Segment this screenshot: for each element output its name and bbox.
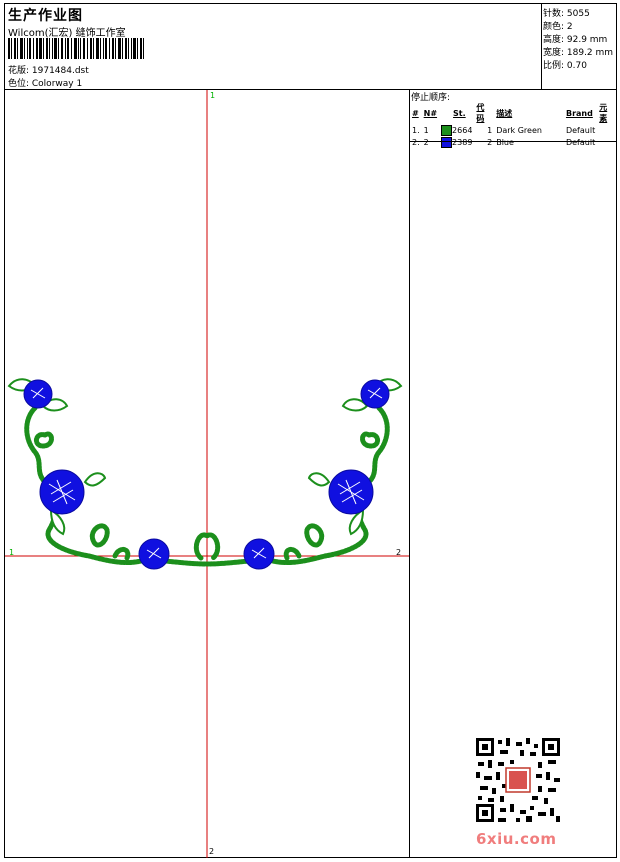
col-code: 代码 xyxy=(476,103,485,123)
row-desc: Dark Green xyxy=(496,125,542,135)
page-title: 生产作业图 xyxy=(8,8,83,24)
table-header-row: # N# St. 代码 描述 Brand 元素 xyxy=(410,102,617,124)
design-file: 花版: 1971484.dst xyxy=(8,66,89,76)
color-swatch xyxy=(441,124,453,136)
col-desc: 描述 xyxy=(496,108,513,118)
qr-code xyxy=(476,738,560,822)
row-index: 1. xyxy=(412,125,420,135)
color-swatch xyxy=(441,136,453,148)
barcode xyxy=(8,38,144,59)
marker-left: 1 xyxy=(9,548,15,557)
col-index: # xyxy=(412,108,419,118)
design-height: 高度: 92.9 mm xyxy=(543,35,608,45)
table-row: 2. 2 2389 2 Blue Default xyxy=(410,136,617,148)
marker-bottom: 2 xyxy=(209,847,215,856)
header: 生产作业图 Wilcom(汇宏) 缝饰工作室 花版: 1971484.dst 色… xyxy=(5,4,541,89)
col-n: N# xyxy=(423,108,438,118)
stats-panel: 针数: 5055 颜色: 2 高度: 92.9 mm 宽度: 189.2 mm … xyxy=(541,4,617,89)
row-desc: Blue xyxy=(496,137,514,147)
row-stitches: 2664 xyxy=(439,124,474,136)
col-stitches: St. xyxy=(453,108,466,118)
row-element xyxy=(597,136,617,148)
row-brand: Default xyxy=(565,125,596,135)
row-code: 1 xyxy=(487,125,493,135)
color-count: 颜色: 2 xyxy=(543,22,573,32)
row-brand: Default xyxy=(565,137,596,147)
panel-divider xyxy=(410,141,617,142)
production-worksheet: 生产作业图 Wilcom(汇宏) 缝饰工作室 花版: 1971484.dst 色… xyxy=(4,3,617,858)
col-brand: Brand xyxy=(565,108,593,118)
row-n: 1 xyxy=(423,125,429,135)
row-code: 2 xyxy=(487,137,493,147)
colorway: 色位: Colorway 1 xyxy=(8,79,83,89)
row-stitches: 2389 xyxy=(439,136,474,148)
marker-top: 1 xyxy=(210,91,216,100)
design-width: 宽度: 189.2 mm xyxy=(543,48,614,58)
embroidery-preview xyxy=(5,90,409,858)
row-element xyxy=(597,124,617,136)
marker-right: 2 xyxy=(396,548,402,557)
company-name: Wilcom(汇宏) 缝饰工作室 xyxy=(8,28,126,39)
col-element: 元素 xyxy=(599,103,608,123)
row-index: 2. xyxy=(412,137,420,147)
design-canvas: 1 2 1 2 xyxy=(5,90,410,858)
stitch-count: 针数: 5055 xyxy=(543,9,590,19)
table-row: 1. 1 2664 1 Dark Green Default xyxy=(410,124,617,136)
row-n: 2 xyxy=(423,137,429,147)
watermark: 6xiu.com xyxy=(476,830,557,848)
design-scale: 比例: 0.70 xyxy=(543,61,587,71)
